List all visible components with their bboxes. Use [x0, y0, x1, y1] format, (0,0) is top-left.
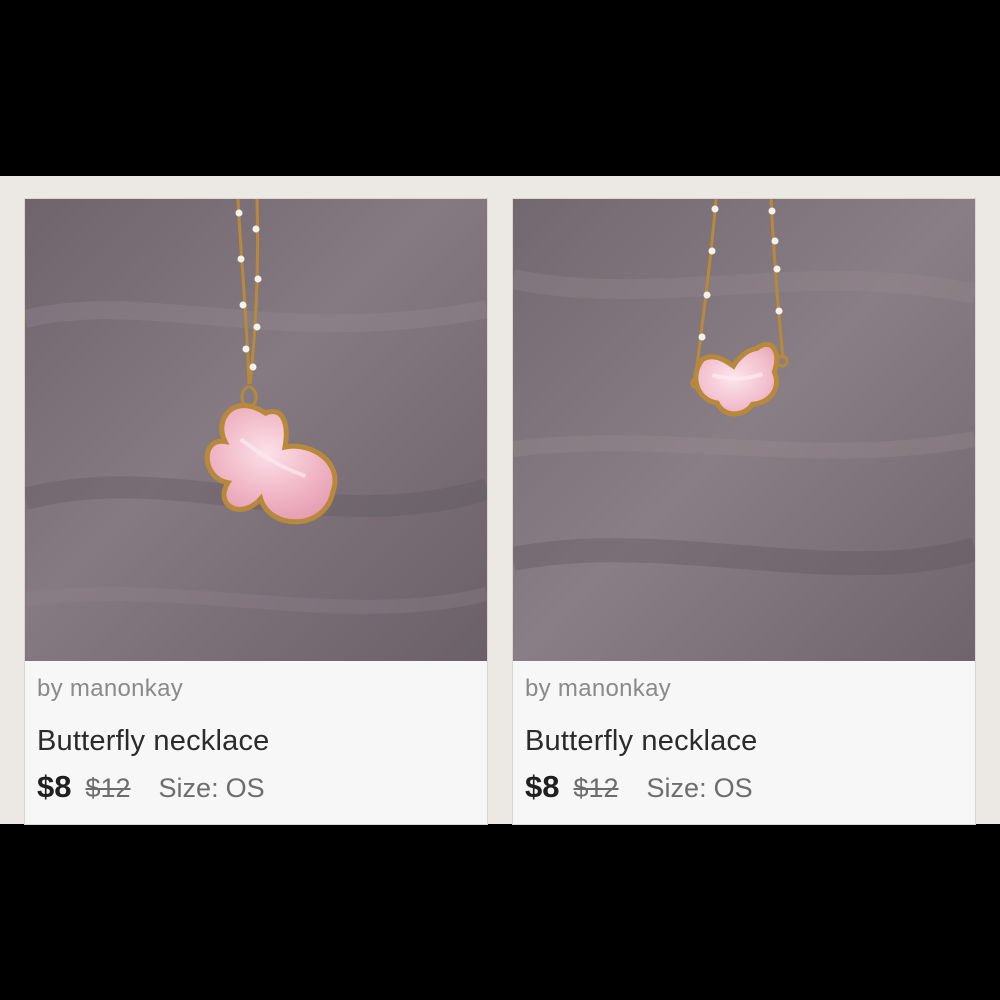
listing-title[interactable]: Butterfly necklace	[37, 725, 270, 758]
original-price: $12	[85, 773, 131, 803]
price-row: $8 $12 Size: OS	[37, 769, 265, 809]
listing-info: by manonkay Butterfly necklace $8 $12 Si…	[513, 661, 975, 824]
seller-name[interactable]: by manonkay	[37, 675, 183, 703]
necklace-photo-image	[513, 199, 975, 661]
size-value: OS	[713, 773, 753, 803]
sale-price: $8	[525, 769, 560, 804]
size-value: OS	[225, 773, 265, 803]
seller-name[interactable]: by manonkay	[525, 675, 671, 703]
listing-card[interactable]: by manonkay Butterfly necklace $8 $12 Si…	[513, 199, 975, 824]
price-row: $8 $12 Size: OS	[525, 769, 753, 809]
listing-photo[interactable]	[25, 199, 487, 661]
screenshot-frame: by manonkay Butterfly necklace $8 $12 Si…	[0, 0, 1000, 1000]
size-label: Size:	[158, 773, 219, 803]
listing-photo[interactable]	[513, 199, 975, 661]
original-price: $12	[573, 773, 619, 803]
listing-card[interactable]: by manonkay Butterfly necklace $8 $12 Si…	[25, 199, 487, 824]
listing-info: by manonkay Butterfly necklace $8 $12 Si…	[25, 661, 487, 824]
necklace-photo-image	[25, 199, 487, 661]
size-label: Size:	[646, 773, 707, 803]
sale-price: $8	[37, 769, 72, 804]
listing-title[interactable]: Butterfly necklace	[525, 725, 758, 758]
